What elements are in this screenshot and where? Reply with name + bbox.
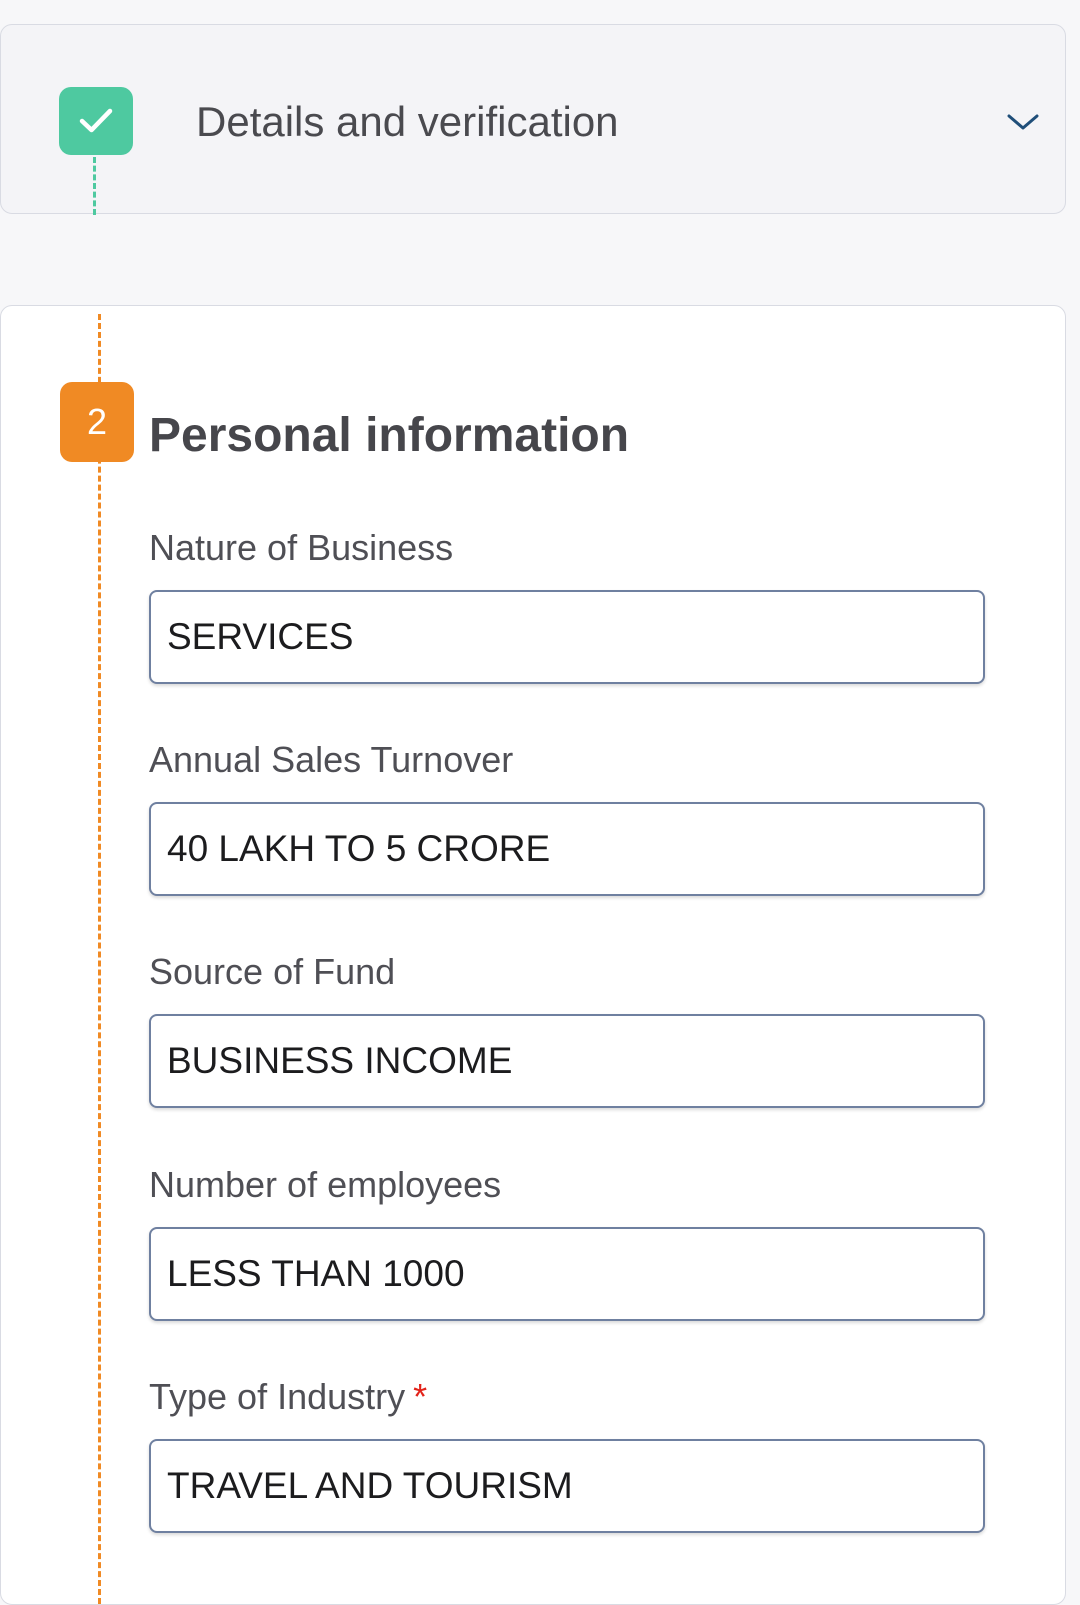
checkmark-icon	[79, 108, 113, 133]
section-title: Personal information	[149, 409, 630, 462]
type-of-industry-field: Type of Industry *	[149, 1375, 985, 1533]
annual-sales-turnover-label: Annual Sales Turnover	[149, 739, 514, 780]
type-of-industry-label-row: Type of Industry *	[149, 1375, 985, 1419]
step2-connector-line	[98, 314, 101, 1604]
step2-number-badge: 2	[60, 382, 134, 462]
source-of-fund-label: Source of Fund	[149, 951, 396, 992]
number-of-employees-label: Number of employees	[149, 1164, 502, 1205]
step1-card[interactable]: Details and verification	[0, 24, 1066, 215]
source-of-fund-field: Source of Fund	[149, 950, 985, 1108]
nature-of-business-field: Nature of Business	[149, 526, 985, 684]
expand-toggle-button[interactable]	[1003, 107, 1043, 137]
step2-card: 2 Personal information Nature of Busines…	[0, 305, 1066, 1605]
annual-sales-turnover-field: Annual Sales Turnover	[149, 738, 985, 896]
step1-connector-line	[93, 157, 96, 215]
annual-sales-turnover-input[interactable]	[149, 802, 985, 896]
source-of-fund-input[interactable]	[149, 1014, 985, 1108]
nature-of-business-label: Nature of Business	[149, 527, 454, 568]
number-of-employees-field: Number of employees	[149, 1163, 985, 1321]
step1-title: Details and verification	[196, 98, 619, 145]
type-of-industry-label: Type of Industry	[149, 1376, 406, 1417]
nature-of-business-input[interactable]	[149, 590, 985, 684]
step1-status-badge	[59, 87, 133, 155]
chevron-down-icon	[1007, 114, 1039, 130]
type-of-industry-input[interactable]	[149, 1439, 985, 1533]
number-of-employees-input[interactable]	[149, 1227, 985, 1321]
required-marker: *	[413, 1376, 428, 1417]
